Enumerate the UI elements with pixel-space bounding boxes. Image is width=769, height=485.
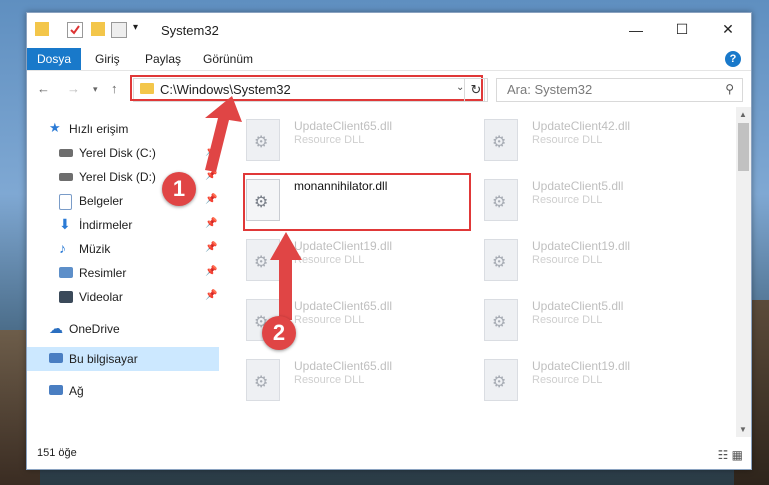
annotation-arrows — [205, 96, 302, 320]
step-badge-2: 2 — [262, 316, 296, 350]
arrow-1 — [205, 96, 242, 172]
step-badge-1: 1 — [162, 172, 196, 206]
arrow-2 — [270, 232, 302, 320]
